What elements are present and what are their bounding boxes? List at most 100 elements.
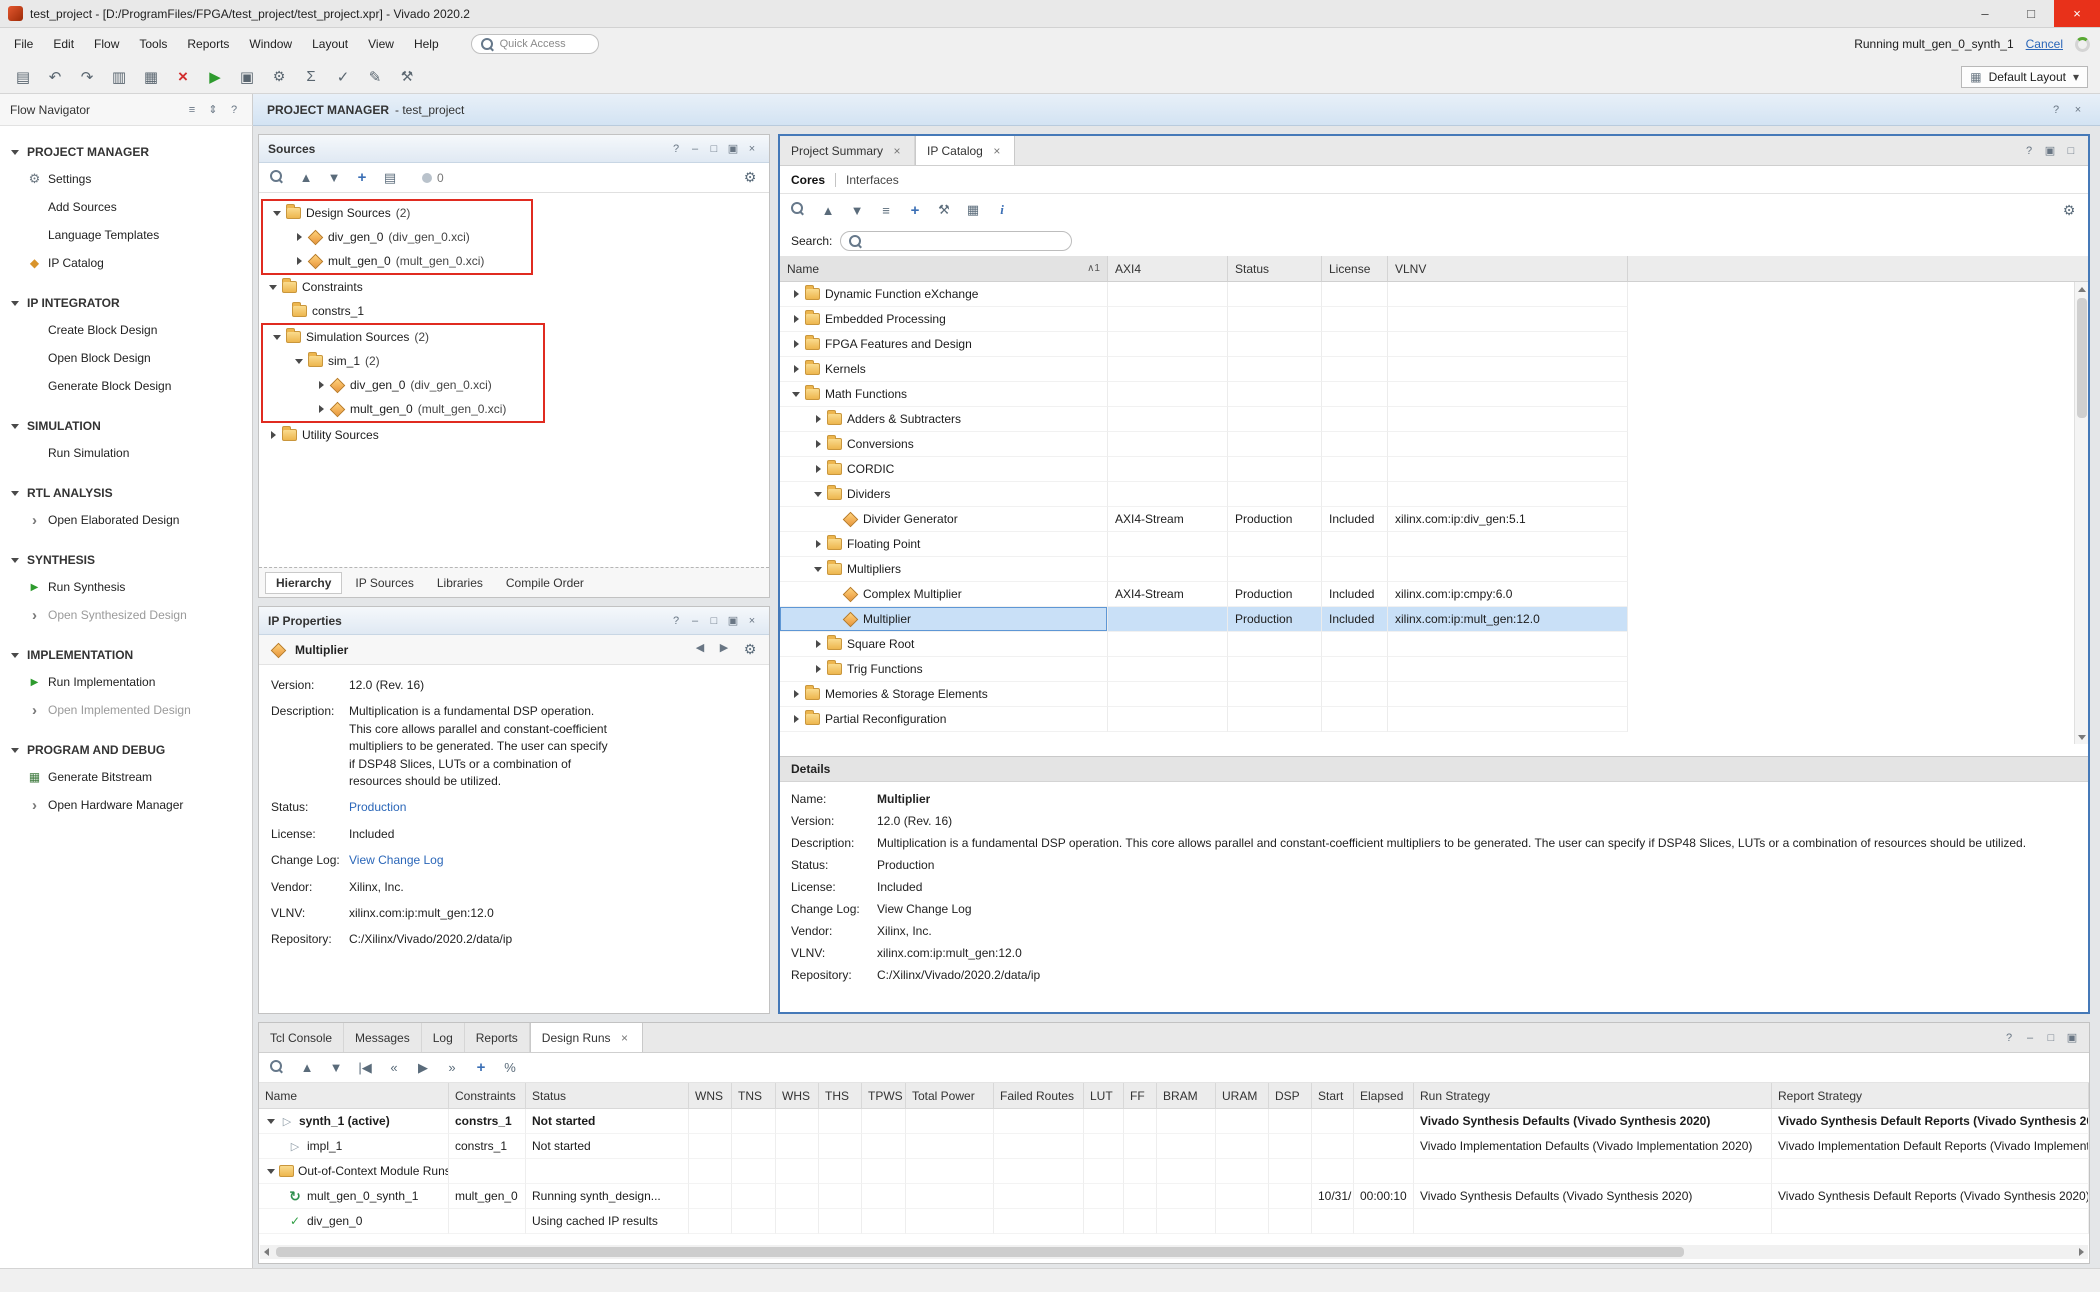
customize-ip-icon[interactable]: ⚒ [934,200,954,220]
ip-properties-panel-header[interactable]: IP Properties ? – □ ▣ × [259,607,769,635]
cancel-link[interactable]: Cancel [2026,37,2063,51]
ip-catalog-row[interactable]: Dividers [780,482,2088,507]
flow-nav-section-header[interactable]: RTL ANALYSIS [0,480,252,506]
settings-gear-icon[interactable] [740,168,760,188]
column-header-license[interactable]: License [1322,256,1388,281]
file-icon[interactable]: ▤ [380,168,400,188]
flow-nav-item[interactable]: Settings [0,165,252,193]
section-expander-icon[interactable] [9,487,21,499]
flow-nav-section-header[interactable]: IMPLEMENTATION [0,642,252,668]
source-tree-item[interactable]: Constraints [259,275,769,299]
view-menu-icon[interactable]: ≡ [184,102,200,118]
tree-expander-icon[interactable] [812,538,824,550]
forward-icon[interactable]: ▶ [716,640,732,656]
tab-project-summary[interactable]: Project Summary [780,136,915,165]
view-interfaces[interactable]: Interfaces [835,173,909,187]
column-header-status[interactable]: Status [1228,256,1322,281]
ip-catalog-row[interactable]: Divider Generator AXI4-Stream Production… [780,507,2088,532]
tree-expander-icon[interactable] [271,331,283,343]
sources-panel-header[interactable]: Sources ? – □ ▣ × [259,135,769,163]
close-icon[interactable]: × [744,613,760,629]
tab-tcl-console[interactable]: Tcl Console [259,1023,344,1052]
tree-expander-icon[interactable] [293,231,305,243]
tree-expander-icon[interactable] [790,338,802,350]
help-icon[interactable]: ? [226,102,242,118]
flow-nav-section-header[interactable]: SIMULATION [0,413,252,439]
tree-expander-icon[interactable] [812,413,824,425]
tree-expander-icon[interactable] [812,563,824,575]
column-header-axi4[interactable]: AXI4 [1108,256,1228,281]
float-icon[interactable]: ▣ [725,613,741,629]
source-tree-item[interactable]: mult_gen_0 (mult_gen_0.xci) [263,397,543,421]
minimize-button[interactable]: – [1962,0,2008,27]
source-tree-item[interactable]: sim_1 (2) [263,349,543,373]
ip-catalog-row[interactable]: Kernels [780,357,2088,382]
redo-icon[interactable]: ↷ [74,65,100,89]
tab-design-runs[interactable]: Design Runs [530,1023,643,1052]
design-run-row[interactable]: mult_gen_0_synth_1 mult_gen_0 Running sy… [259,1184,2089,1209]
validate-icon[interactable]: ✓ [330,65,356,89]
tree-expander-icon[interactable] [267,429,279,441]
ip-catalog-row[interactable]: Floating Point [780,532,2088,557]
grid-view-icon[interactable]: ▦ [963,200,983,220]
view-cores[interactable]: Cores [791,173,835,187]
tab-close-icon[interactable] [991,145,1003,157]
tree-expander-icon[interactable] [293,255,305,267]
flow-nav-item[interactable]: Open Hardware Manager [0,791,252,819]
float-icon[interactable]: ▣ [725,141,741,157]
layout-selector[interactable]: Default Layout [1961,66,2088,88]
menu-item[interactable]: View [358,28,404,60]
expand-all-icon[interactable]: ▼ [324,168,344,188]
tab-close-icon[interactable] [891,145,903,157]
edit-icon[interactable]: ✎ [362,65,388,89]
collapse-all-icon[interactable]: ▲ [296,168,316,188]
tree-expander-icon[interactable] [812,663,824,675]
tree-expander-icon[interactable] [267,281,279,293]
tree-expander-icon[interactable] [812,488,824,500]
detail-value[interactable]: Production [877,858,934,872]
flow-nav-item[interactable]: Run Simulation [0,439,252,467]
runs-column-header[interactable]: Failed Routes [994,1083,1084,1108]
ip-catalog-row[interactable]: Multipliers [780,557,2088,582]
section-expander-icon[interactable] [9,554,21,566]
section-expander-icon[interactable] [9,297,21,309]
help-icon[interactable]: ? [2048,102,2064,118]
runs-column-header[interactable]: TPWS [862,1083,906,1108]
tree-expander-icon[interactable] [265,1115,277,1127]
menu-item[interactable]: Edit [43,28,84,60]
tab-messages[interactable]: Messages [344,1023,422,1052]
tab-ip-catalog[interactable]: IP Catalog [915,136,1015,165]
source-tree-item[interactable]: div_gen_0 (div_gen_0.xci) [263,225,531,249]
scrollbar-thumb[interactable] [2077,298,2087,418]
program-icon[interactable]: ▣ [234,65,260,89]
run-icon[interactable]: ▶ [202,65,228,89]
tab-close-icon[interactable] [619,1032,631,1044]
runs-column-header[interactable]: DSP [1269,1083,1312,1108]
menu-item[interactable]: Flow [84,28,129,60]
previous-run-icon[interactable]: « [384,1058,404,1078]
first-run-icon[interactable]: |◀ [355,1058,375,1078]
tree-expander-icon[interactable] [812,463,824,475]
tree-expander-icon[interactable] [812,638,824,650]
runs-column-header[interactable]: Report Strategy [1772,1083,2089,1108]
tab-reports[interactable]: Reports [465,1023,530,1052]
flow-nav-section-header[interactable]: SYNTHESIS [0,547,252,573]
flow-nav-item[interactable]: Language Templates [0,221,252,249]
minimize-icon[interactable]: – [687,141,703,157]
tree-expander-icon[interactable] [790,288,802,300]
flow-nav-item[interactable]: Open Synthesized Design [0,601,252,629]
tree-expander-icon[interactable] [812,438,824,450]
section-expander-icon[interactable] [9,420,21,432]
runs-column-header[interactable]: LUT [1084,1083,1124,1108]
help-icon[interactable]: ? [668,141,684,157]
vertical-scrollbar[interactable] [2074,282,2088,744]
settings-gear-icon[interactable] [740,640,760,660]
section-expander-icon[interactable] [9,744,21,756]
runs-column-header[interactable]: Start [1312,1083,1354,1108]
debug-icon[interactable]: ⚒ [394,65,420,89]
source-tree-item[interactable]: Utility Sources [259,423,769,447]
menu-item[interactable]: Help [404,28,449,60]
tab-libraries[interactable]: Libraries [427,573,493,593]
scroll-right-icon[interactable] [2074,1245,2088,1259]
source-tree-item[interactable]: Design Sources (2) [263,201,531,225]
